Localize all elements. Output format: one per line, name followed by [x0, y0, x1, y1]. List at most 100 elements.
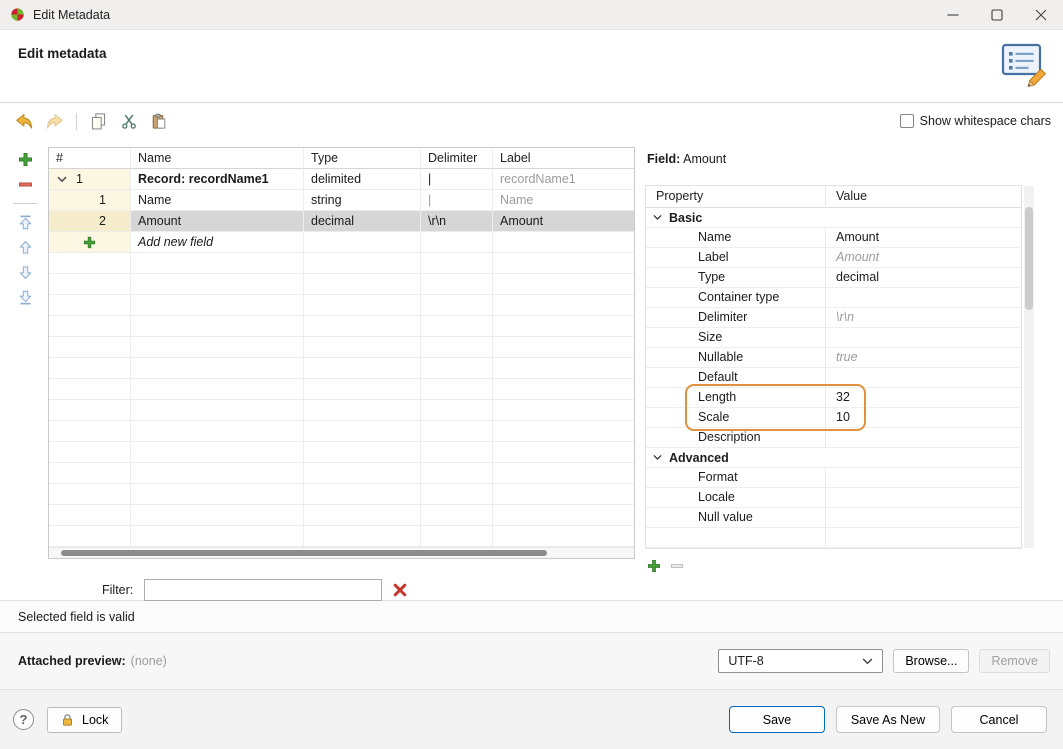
property-row-length[interactable]: Length 32 [646, 388, 1021, 408]
column-header-type: Type [304, 148, 421, 169]
metadata-grid-panel: # Name Type Delimiter Label 1 Record: re… [48, 147, 635, 559]
undo-button[interactable] [14, 111, 35, 132]
grid-cell-number: 1 [49, 190, 131, 211]
save-as-new-button[interactable]: Save As New [836, 706, 940, 733]
remove-property-button[interactable] [670, 559, 684, 573]
grid-cell-empty [49, 463, 131, 484]
grid-cell-empty [49, 253, 131, 274]
attached-preview-label: Attached preview: [18, 654, 126, 668]
cancel-button[interactable]: Cancel [951, 706, 1047, 733]
grid-cell-type: decimal [304, 211, 421, 232]
filter-input[interactable] [144, 579, 382, 601]
property-row-null-value[interactable]: Null value [646, 508, 1021, 528]
clear-filter-icon [393, 583, 407, 597]
minimize-button[interactable] [931, 0, 975, 29]
add-field-icon[interactable] [83, 236, 96, 249]
grid-cell-empty [493, 274, 634, 295]
vertical-scrollbar-thumb[interactable] [1025, 207, 1033, 310]
redo-button[interactable] [44, 111, 65, 132]
property-row-nullable[interactable]: Nullable true [646, 348, 1021, 368]
property-name: Nullable [646, 348, 826, 368]
property-name: Delimiter [646, 308, 826, 328]
property-row-description[interactable]: Description [646, 428, 1021, 448]
property-name: Locale [646, 488, 826, 508]
clear-filter-button[interactable] [393, 583, 407, 597]
property-row-locale[interactable]: Locale [646, 488, 1021, 508]
grid-row-add-new-field[interactable]: Add new field [49, 232, 634, 253]
titlebar: Edit Metadata [0, 0, 1063, 30]
grid-cell-empty [421, 274, 493, 295]
field-title-value: Amount [683, 152, 726, 166]
grid-cell-empty [493, 379, 634, 400]
grid-cell-empty [493, 400, 634, 421]
property-row-scale[interactable]: Scale 10 [646, 408, 1021, 428]
remove-field-button[interactable] [17, 176, 34, 193]
chevron-down-icon[interactable] [57, 176, 67, 183]
cut-button[interactable] [118, 111, 139, 132]
property-value: 32 [826, 388, 1021, 408]
grid-row-empty [49, 484, 634, 505]
encoding-select[interactable]: UTF-8 [718, 649, 883, 673]
horizontal-scrollbar[interactable] [49, 547, 634, 558]
maximize-button[interactable] [975, 0, 1019, 29]
property-group-basic[interactable]: Basic [646, 208, 1021, 228]
chevron-down-icon [653, 214, 662, 221]
move-top-button[interactable] [17, 214, 34, 231]
property-row-default[interactable]: Default [646, 368, 1021, 388]
remove-button[interactable]: Remove [979, 649, 1050, 673]
property-name: Name [646, 228, 826, 248]
grid-row-empty [49, 274, 634, 295]
grid-row-field-amount-selected[interactable]: 2 Amount decimal \r\n Amount [49, 211, 634, 232]
arrow-down-icon [18, 265, 33, 280]
help-button[interactable]: ? [13, 709, 34, 730]
close-button[interactable] [1019, 0, 1063, 29]
grid-cell-empty [304, 526, 421, 547]
grid-row-empty [49, 526, 634, 547]
grid-cell-empty [421, 484, 493, 505]
grid-row-empty [49, 253, 634, 274]
dialog-header: Edit metadata [0, 30, 1063, 103]
arrow-up-icon [18, 240, 33, 255]
property-header-row: Property Value [646, 186, 1021, 208]
lock-button[interactable]: Lock [47, 707, 122, 733]
property-row-delimiter[interactable]: Delimiter \r\n [646, 308, 1021, 328]
property-actions [645, 559, 1047, 573]
property-row-name[interactable]: Name Amount [646, 228, 1021, 248]
column-header-delimiter: Delimiter [421, 148, 493, 169]
grid-cell-number: 2 [49, 211, 131, 232]
grid-cell-empty [131, 463, 304, 484]
move-down-button[interactable] [17, 264, 34, 281]
property-name-empty [646, 528, 826, 548]
property-row-container-type[interactable]: Container type [646, 288, 1021, 308]
horizontal-scrollbar-thumb[interactable] [61, 550, 547, 556]
add-property-button[interactable] [647, 559, 661, 573]
browse-button[interactable]: Browse... [893, 649, 969, 673]
grid-cell-empty [421, 463, 493, 484]
attached-preview-value: (none) [131, 654, 167, 668]
paste-button[interactable] [148, 111, 169, 132]
save-button[interactable]: Save [729, 706, 825, 733]
grid-cell-empty [421, 253, 493, 274]
property-row-format[interactable]: Format [646, 468, 1021, 488]
column-header-label: Label [493, 148, 634, 169]
property-row-type[interactable]: Type decimal [646, 268, 1021, 288]
move-up-button[interactable] [17, 239, 34, 256]
grid-cell-empty [421, 400, 493, 421]
vertical-scrollbar[interactable] [1024, 186, 1034, 548]
property-value [826, 468, 1021, 488]
property-name: Description [646, 428, 826, 448]
column-header-number: # [49, 148, 131, 169]
property-value [826, 488, 1021, 508]
property-row-size[interactable]: Size [646, 328, 1021, 348]
add-field-button[interactable] [17, 151, 34, 168]
show-whitespace-checkbox[interactable] [900, 114, 914, 128]
property-group-advanced[interactable]: Advanced [646, 448, 1021, 468]
copy-button[interactable] [88, 111, 109, 132]
grid-row-record[interactable]: 1 Record: recordName1 delimited | record… [49, 169, 634, 190]
clipboard-icon [151, 113, 167, 130]
grid-row-field-name[interactable]: 1 Name string | Name [49, 190, 634, 211]
property-row-label[interactable]: Label Amount [646, 248, 1021, 268]
grid-cell-record-type: delimited [304, 169, 421, 190]
grid-cell-empty [493, 337, 634, 358]
move-bottom-button[interactable] [17, 289, 34, 306]
